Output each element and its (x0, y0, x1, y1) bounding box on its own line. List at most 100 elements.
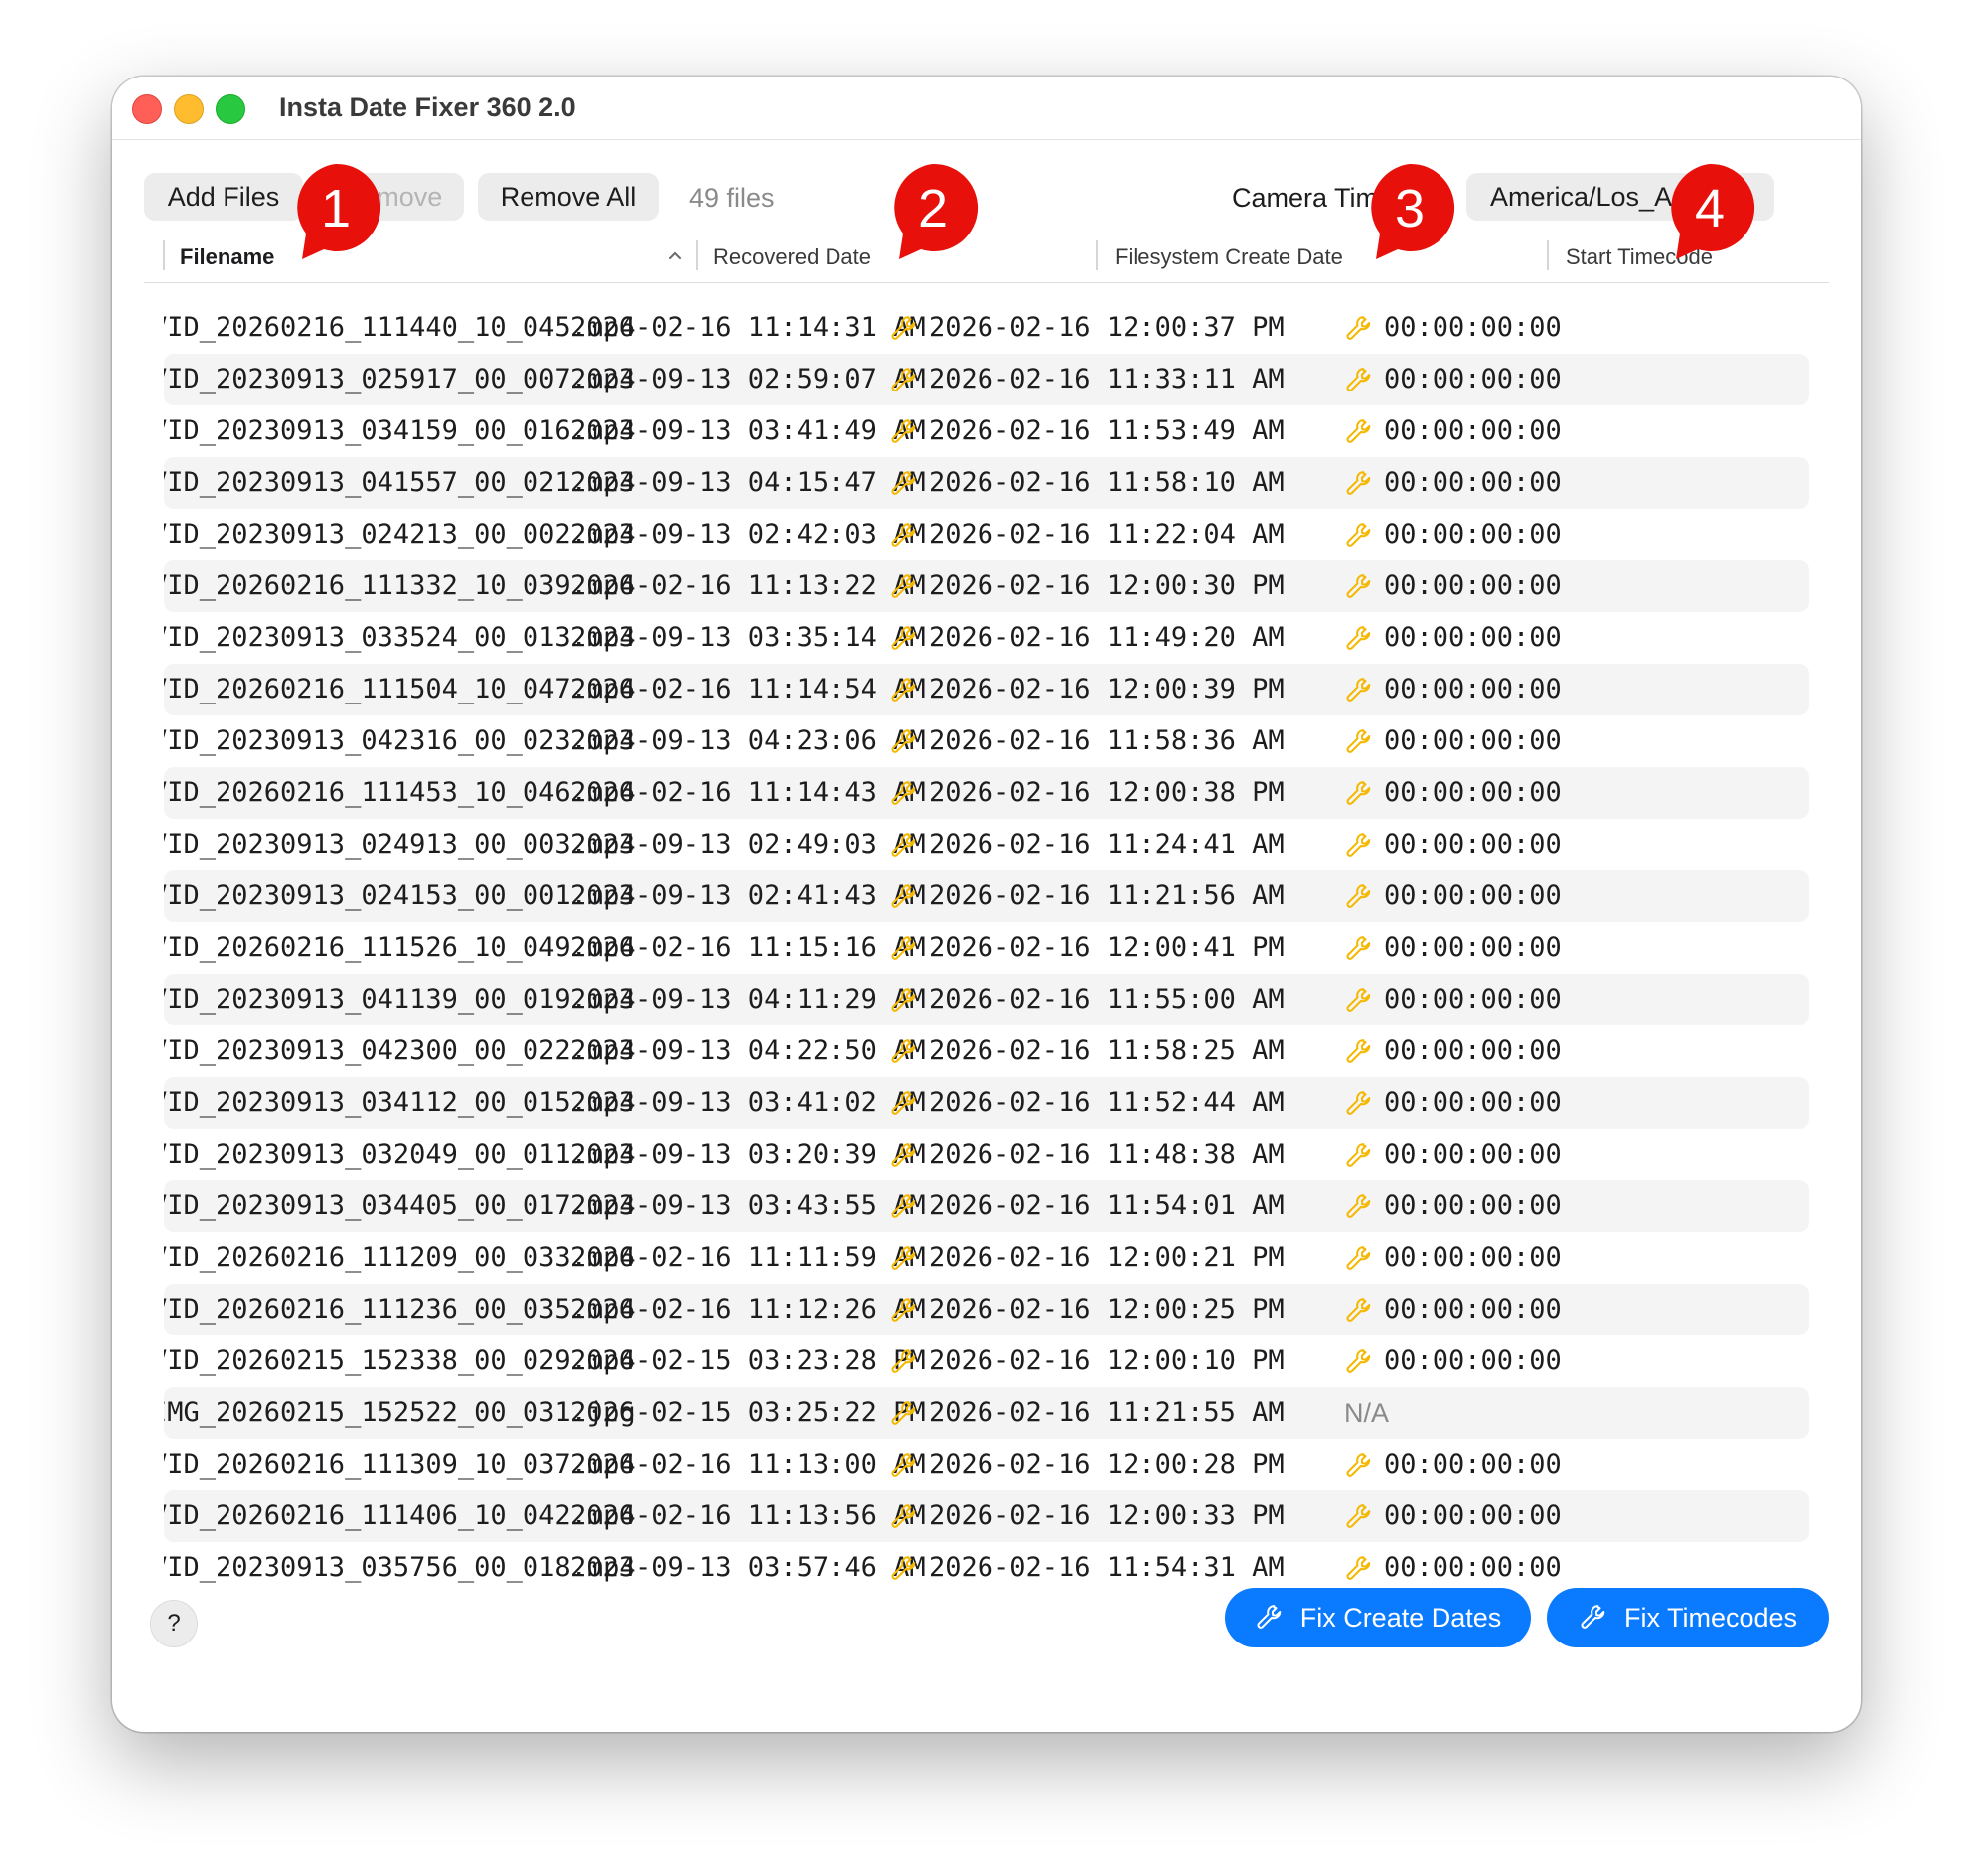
column-separator[interactable] (1096, 240, 1098, 270)
filename-cell: VID_20260216_111209_00_033.mp4 (164, 1242, 636, 1273)
wrench-icon (1344, 1296, 1374, 1326)
fs-create-date-cell: 2026-02-16 11:22:04 AM (929, 519, 1285, 549)
wrench-icon (1344, 1089, 1374, 1119)
zoom-window-button[interactable] (216, 94, 245, 124)
table-row[interactable]: VID_20260216_111209_00_033.mp4 2026-02-16… (164, 1232, 1809, 1284)
start-timecode-cell: 00:00:00:00 (1384, 1294, 1562, 1325)
table-row[interactable]: VID_20260216_111406_10_042.mp4 2026-02-16… (164, 1490, 1809, 1542)
wrench-icon (889, 1399, 919, 1429)
fs-create-date-cell: 2026-02-16 12:00:41 PM (929, 932, 1285, 963)
table-row[interactable]: VID_20260216_111332_10_039.mp4 2026-02-16… (164, 560, 1809, 612)
file-count: 49 files (689, 183, 775, 213)
wrench-icon (889, 521, 919, 550)
column-header-recovered-date[interactable]: Recovered Date (713, 244, 871, 270)
wrench-icon (889, 1089, 919, 1119)
filename-cell: VID_20230913_034112_00_015.mp4 (164, 1087, 636, 1118)
column-separator[interactable] (1547, 240, 1549, 270)
start-timecode-cell: 00:00:00:00 (1384, 829, 1562, 860)
start-timecode-cell: 00:00:00:00 (1384, 1190, 1562, 1221)
wrench-icon (1344, 1037, 1374, 1067)
file-table[interactable]: VID_20260216_111440_10_045.mp4 2026-02-16… (164, 302, 1809, 1599)
fs-create-date-cell: 2026-02-16 11:55:00 AM (929, 984, 1285, 1015)
table-row[interactable]: VID_20260216_111309_10_037.mp4 2026-02-16… (164, 1439, 1809, 1490)
filename-cell: IMG_20260215_152522_00_031.jpg (164, 1397, 636, 1428)
filename-cell: VID_20260216_111504_10_047.mp4 (164, 674, 636, 704)
table-row[interactable]: VID_20230913_034112_00_015.mp4 2023-09-13… (164, 1077, 1809, 1129)
table-row[interactable]: VID_20230913_025917_00_007.mp4 2023-09-13… (164, 354, 1809, 405)
start-timecode-cell: 00:00:00:00 (1384, 467, 1562, 498)
start-timecode-cell: 00:00:00:00 (1384, 1552, 1562, 1583)
recovered-date-cell: 2023-09-13 02:49:03 AM (570, 829, 926, 860)
start-timecode-cell: 00:00:00:00 (1384, 1242, 1562, 1273)
column-header-filename[interactable]: Filename (180, 244, 274, 270)
fix-create-dates-label: Fix Create Dates (1299, 1602, 1502, 1633)
callout-number: 2 (917, 179, 949, 238)
recovered-date-cell: 2026-02-16 11:13:56 AM (570, 1500, 926, 1531)
wrench-icon (1344, 624, 1374, 654)
filename-cell: VID_20230913_033524_00_013.mp4 (164, 622, 636, 653)
table-row[interactable]: VID_20260216_111440_10_045.mp4 2026-02-16… (164, 302, 1809, 354)
table-row[interactable]: VID_20260215_152338_00_029.mp4 2026-02-15… (164, 1335, 1809, 1387)
fix-timecodes-label: Fix Timecodes (1623, 1602, 1798, 1633)
minimize-window-button[interactable] (174, 94, 204, 124)
filename-cell: VID_20230913_032049_00_011.mp4 (164, 1139, 636, 1170)
filename-cell: VID_20230913_024213_00_002.mp4 (164, 519, 636, 549)
table-row[interactable]: VID_20230913_042300_00_022.mp4 2023-09-13… (164, 1025, 1809, 1077)
recovered-date-cell: 2026-02-16 11:11:59 AM (570, 1242, 926, 1273)
filename-cell: VID_20230913_041139_00_019.mp4 (164, 984, 636, 1015)
start-timecode-cell: 00:00:00:00 (1384, 364, 1562, 394)
wrench-icon (889, 934, 919, 964)
filename-cell: VID_20230913_024153_00_001.mp4 (164, 880, 636, 911)
add-files-button[interactable]: Add Files (144, 173, 303, 221)
table-row[interactable]: VID_20260216_111504_10_047.mp4 2026-02-16… (164, 664, 1809, 715)
filename-cell: VID_20230913_024913_00_003.mp4 (164, 829, 636, 860)
help-button[interactable]: ? (150, 1600, 198, 1647)
fix-create-dates-button[interactable]: Fix Create Dates (1225, 1588, 1531, 1647)
wrench-icon (889, 1296, 919, 1326)
close-window-button[interactable] (132, 94, 162, 124)
table-row[interactable]: VID_20230913_024153_00_001.mp4 2023-09-13… (164, 870, 1809, 922)
callout-number: 3 (1394, 179, 1426, 238)
table-row[interactable]: VID_20230913_032049_00_011.mp4 2023-09-13… (164, 1129, 1809, 1180)
wrench-icon (889, 366, 919, 395)
filename-cell: VID_20260216_111332_10_039.mp4 (164, 570, 636, 601)
table-row[interactable]: VID_20230913_034405_00_017.mp4 2023-09-13… (164, 1180, 1809, 1232)
start-timecode-cell: 00:00:00:00 (1384, 984, 1562, 1015)
recovered-date-cell: 2026-02-16 11:13:00 AM (570, 1449, 926, 1480)
table-row[interactable]: VID_20230913_041139_00_019.mp4 2023-09-13… (164, 974, 1809, 1025)
filename-cell: VID_20260215_152338_00_029.mp4 (164, 1345, 636, 1376)
column-separator[interactable] (696, 240, 698, 270)
table-row[interactable]: VID_20230913_041557_00_021.mp4 2023-09-13… (164, 457, 1809, 509)
table-row[interactable]: VID_20260216_111236_00_035.mp4 2026-02-16… (164, 1284, 1809, 1335)
start-timecode-cell: 00:00:00:00 (1384, 622, 1562, 653)
fs-create-date-cell: 2026-02-16 12:00:39 PM (929, 674, 1285, 704)
fs-create-date-cell: 2026-02-16 11:21:55 AM (929, 1397, 1285, 1428)
table-row[interactable]: VID_20230913_024913_00_003.mp4 2023-09-13… (164, 819, 1809, 870)
wrench-icon (889, 882, 919, 912)
wrench-icon (1344, 779, 1374, 809)
column-header-fs-create-date[interactable]: Filesystem Create Date (1115, 244, 1343, 270)
start-timecode-cell: 00:00:00:00 (1384, 880, 1562, 911)
start-timecode-cell: 00:00:00:00 (1384, 570, 1562, 601)
start-timecode-cell: 00:00:00:00 (1384, 725, 1562, 756)
remove-all-button[interactable]: Remove All (478, 173, 659, 221)
start-timecode-cell: 00:00:00:00 (1384, 519, 1562, 549)
wrench-icon (889, 727, 919, 757)
filename-cell: VID_20230913_034405_00_017.mp4 (164, 1190, 636, 1221)
table-row[interactable]: VID_20260216_111526_10_049.mp4 2026-02-16… (164, 922, 1809, 974)
chevron-up-icon[interactable] (666, 246, 683, 264)
start-timecode-cell: 00:00:00:00 (1384, 1035, 1562, 1066)
table-row[interactable]: VID_20230913_034159_00_016.mp4 2023-09-13… (164, 405, 1809, 457)
fs-create-date-cell: 2026-02-16 12:00:25 PM (929, 1294, 1285, 1325)
fix-timecodes-button[interactable]: Fix Timecodes (1547, 1588, 1829, 1647)
filename-cell: VID_20230913_035756_00_018.mp4 (164, 1552, 636, 1583)
fs-create-date-cell: 2026-02-16 12:00:30 PM (929, 570, 1285, 601)
table-row[interactable]: VID_20230913_035756_00_018.mp4 2023-09-13… (164, 1542, 1809, 1594)
table-row[interactable]: VID_20230913_042316_00_023.mp4 2023-09-13… (164, 715, 1809, 767)
table-row[interactable]: VID_20230913_033524_00_013.mp4 2023-09-13… (164, 612, 1809, 664)
table-row[interactable]: IMG_20260215_152522_00_031.jpg 2026-02-15… (164, 1387, 1809, 1439)
start-timecode-cell: 00:00:00:00 (1384, 777, 1562, 808)
table-row[interactable]: VID_20260216_111453_10_046.mp4 2026-02-16… (164, 767, 1809, 819)
table-row[interactable]: VID_20230913_024213_00_002.mp4 2023-09-13… (164, 509, 1809, 560)
start-timecode-cell: 00:00:00:00 (1384, 674, 1562, 704)
